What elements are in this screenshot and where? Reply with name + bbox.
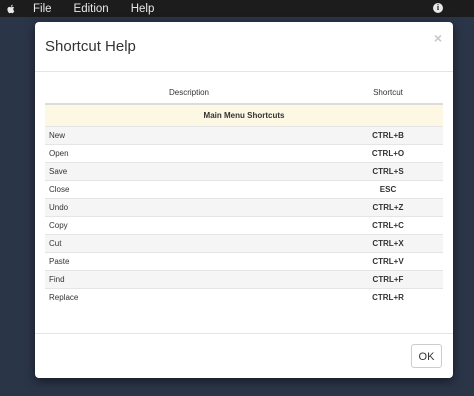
menu-edition[interactable]: Edition xyxy=(74,3,109,15)
shortcut-key: CTRL+V xyxy=(333,252,443,271)
shortcut-description: New xyxy=(45,126,333,145)
shortcut-description: Copy xyxy=(45,216,333,235)
section-row: Main Menu Shortcuts xyxy=(45,104,443,127)
menu-help[interactable]: Help xyxy=(131,3,155,15)
table-row: Replace CTRL+R xyxy=(45,288,443,306)
menu-bar: File Edition Help i xyxy=(0,0,474,17)
close-icon[interactable]: × xyxy=(434,30,442,46)
dialog-footer: OK xyxy=(35,333,453,379)
info-icon[interactable]: i xyxy=(433,3,443,13)
table-row: Open CTRL+O xyxy=(45,144,443,163)
shortcut-help-dialog: Shortcut Help × Description Shortcut Mai… xyxy=(35,22,453,378)
shortcut-description: Cut xyxy=(45,234,333,253)
table-row: Copy CTRL+C xyxy=(45,216,443,235)
column-header-shortcut: Shortcut xyxy=(333,82,443,105)
table-row: Cut CTRL+X xyxy=(45,234,443,253)
dialog-title: Shortcut Help xyxy=(45,38,136,55)
table-row: Undo CTRL+Z xyxy=(45,198,443,217)
table-row: Save CTRL+S xyxy=(45,162,443,181)
shortcut-description: Close xyxy=(45,180,333,199)
shortcut-table: Description Shortcut Main Menu Shortcuts… xyxy=(45,82,443,306)
shortcut-key: CTRL+B xyxy=(333,126,443,145)
ok-button[interactable]: OK xyxy=(411,344,442,368)
table-header-row: Description Shortcut xyxy=(45,82,443,105)
table-row: Close ESC xyxy=(45,180,443,199)
menu-file[interactable]: File xyxy=(33,3,52,15)
shortcut-key: CTRL+X xyxy=(333,234,443,253)
shortcut-key: CTRL+Z xyxy=(333,198,443,217)
shortcut-description: Undo xyxy=(45,198,333,217)
dialog-header: Shortcut Help × xyxy=(35,22,453,72)
shortcut-key: CTRL+C xyxy=(333,216,443,235)
shortcut-key: ESC xyxy=(333,180,443,199)
section-label: Main Menu Shortcuts xyxy=(45,104,443,127)
shortcut-key: CTRL+O xyxy=(333,144,443,163)
shortcut-description: Replace xyxy=(45,288,333,306)
shortcut-key: CTRL+F xyxy=(333,270,443,289)
table-row: New CTRL+B xyxy=(45,126,443,145)
shortcut-description: Find xyxy=(45,270,333,289)
shortcut-key: CTRL+R xyxy=(333,288,443,306)
apple-icon[interactable] xyxy=(6,4,15,14)
shortcut-table-container: Description Shortcut Main Menu Shortcuts… xyxy=(45,82,443,306)
shortcut-description: Paste xyxy=(45,252,333,271)
shortcut-key: CTRL+S xyxy=(333,162,443,181)
shortcut-description: Save xyxy=(45,162,333,181)
table-row: Paste CTRL+V xyxy=(45,252,443,271)
column-header-description: Description xyxy=(45,82,333,105)
table-row: Find CTRL+F xyxy=(45,270,443,289)
shortcut-description: Open xyxy=(45,144,333,163)
